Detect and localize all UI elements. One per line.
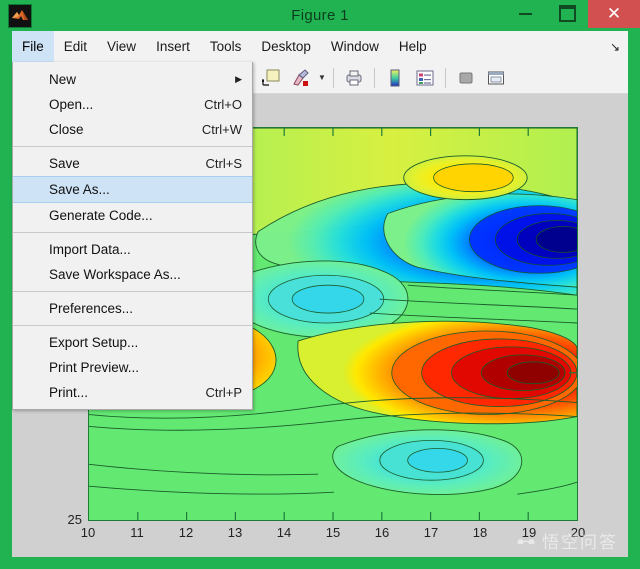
- menu-item-save[interactable]: Save Ctrl+S: [13, 151, 252, 176]
- menu-item-save-as-label: Save As...: [49, 177, 242, 202]
- brush-icon[interactable]: [288, 66, 314, 90]
- xtick-label-12: 12: [171, 525, 201, 540]
- watermark-text: 悟空问答: [542, 528, 618, 553]
- menu-item-import-data[interactable]: Import Data...: [13, 237, 252, 262]
- xtick-label-13: 13: [220, 525, 250, 540]
- menu-view[interactable]: View: [97, 31, 146, 62]
- window-controls: ✕: [504, 0, 640, 31]
- submenu-arrow-icon: ▶: [235, 67, 242, 92]
- xtick-label-18: 18: [465, 525, 495, 540]
- menu-item-close-accel: Ctrl+W: [184, 117, 242, 142]
- menu-bar: File Edit View Insert Tools Desktop Wind…: [12, 31, 628, 63]
- maximize-button[interactable]: [546, 0, 588, 27]
- menu-separator-3: [13, 291, 252, 292]
- menu-item-open-accel: Ctrl+O: [186, 92, 242, 117]
- menu-item-save-workspace-as-label: Save Workspace As...: [49, 262, 242, 287]
- toolbar-separator-2: [374, 68, 375, 88]
- hide-plot-tools-icon[interactable]: [453, 66, 479, 90]
- menu-overflow-icon[interactable]: ↘: [608, 40, 622, 54]
- menu-insert[interactable]: Insert: [146, 31, 200, 62]
- menu-item-open[interactable]: Open... Ctrl+O: [13, 92, 252, 117]
- toolbar-separator-1: [333, 68, 334, 88]
- menu-item-save-label: Save: [49, 151, 188, 176]
- toolbar-separator-3: [445, 68, 446, 88]
- figure-window: Figure 1 ✕ File Edit View Insert Tools D…: [0, 0, 640, 569]
- menu-item-print[interactable]: Print... Ctrl+P: [13, 380, 252, 405]
- colorbar-icon[interactable]: [382, 66, 408, 90]
- menu-separator-2: [13, 232, 252, 233]
- menu-separator-1: [13, 146, 252, 147]
- menu-item-import-data-label: Import Data...: [49, 237, 242, 262]
- menu-item-open-label: Open...: [49, 92, 186, 117]
- insert-colorbar-icon[interactable]: [258, 66, 284, 90]
- menu-file[interactable]: File: [12, 31, 54, 62]
- file-menu-dropdown: New ▶ Open... Ctrl+O Close Ctrl+W Save C…: [12, 62, 253, 410]
- watermark: 悟空问答: [515, 528, 618, 553]
- menu-item-close-label: Close: [49, 117, 184, 142]
- menu-item-print-preview-label: Print Preview...: [49, 355, 242, 380]
- title-bar: Figure 1 ✕: [0, 0, 640, 31]
- menu-item-save-as[interactable]: Save As...: [13, 176, 252, 203]
- menu-item-preferences-label: Preferences...: [49, 296, 242, 321]
- xtick-label-14: 14: [269, 525, 299, 540]
- wukong-logo-icon: [515, 533, 537, 549]
- menu-edit[interactable]: Edit: [54, 31, 97, 62]
- menu-separator-4: [13, 325, 252, 326]
- menu-tools[interactable]: Tools: [200, 31, 252, 62]
- menu-item-print-accel: Ctrl+P: [188, 380, 242, 405]
- show-plot-tools-icon[interactable]: [483, 66, 509, 90]
- menu-window[interactable]: Window: [321, 31, 389, 62]
- menu-item-generate-code[interactable]: Generate Code...: [13, 203, 252, 228]
- menu-item-close[interactable]: Close Ctrl+W: [13, 117, 252, 142]
- legend-icon[interactable]: [412, 66, 438, 90]
- menu-item-print-preview[interactable]: Print Preview...: [13, 355, 252, 380]
- menu-item-export-setup[interactable]: Export Setup...: [13, 330, 252, 355]
- menu-item-preferences[interactable]: Preferences...: [13, 296, 252, 321]
- menu-item-new-label: New: [49, 67, 235, 92]
- minimize-button[interactable]: [504, 0, 546, 27]
- print-figure-icon[interactable]: [341, 66, 367, 90]
- menu-item-save-workspace-as[interactable]: Save Workspace As...: [13, 262, 252, 287]
- menu-item-export-setup-label: Export Setup...: [49, 330, 242, 355]
- menu-desktop[interactable]: Desktop: [251, 31, 321, 62]
- close-button[interactable]: ✕: [588, 0, 640, 28]
- menu-item-save-accel: Ctrl+S: [188, 151, 242, 176]
- xtick-label-15: 15: [318, 525, 348, 540]
- menu-item-generate-code-label: Generate Code...: [49, 203, 242, 228]
- brush-dropdown-caret[interactable]: ▼: [316, 66, 328, 90]
- menu-item-new[interactable]: New ▶: [13, 67, 252, 92]
- menu-help[interactable]: Help: [389, 31, 437, 62]
- xtick-label-16: 16: [367, 525, 397, 540]
- xtick-label-11: 11: [122, 525, 152, 540]
- menu-item-print-label: Print...: [49, 380, 188, 405]
- xtick-label-17: 17: [416, 525, 446, 540]
- xtick-label-10: 10: [73, 525, 103, 540]
